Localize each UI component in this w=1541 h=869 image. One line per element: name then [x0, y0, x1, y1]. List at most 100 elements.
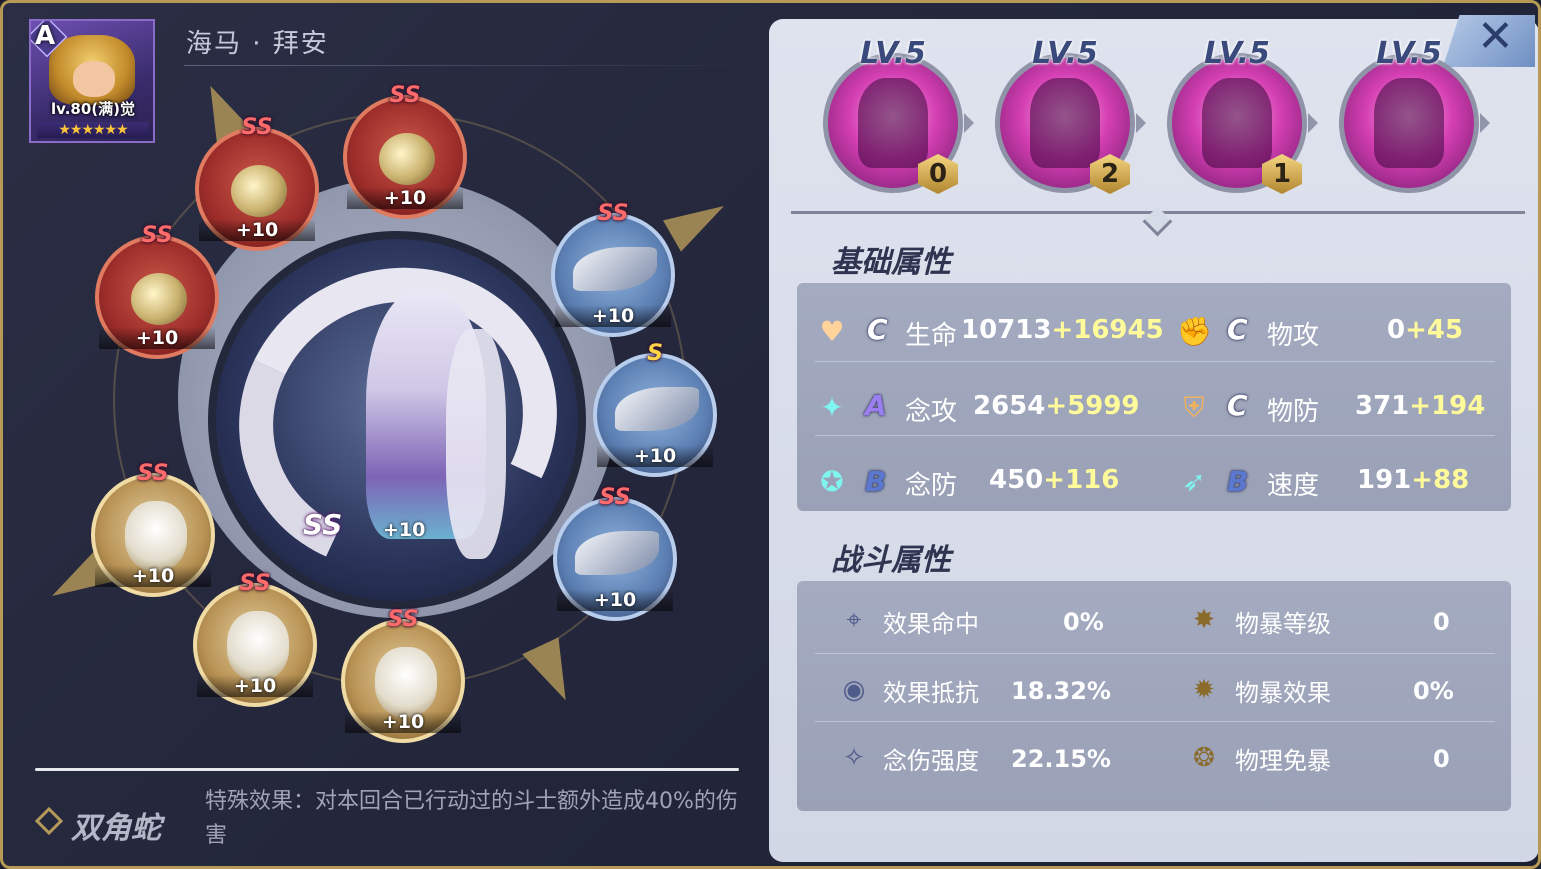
bird-icon	[615, 387, 699, 431]
skill-1[interactable]: LV.5 0	[823, 36, 974, 194]
center-rune-bonus: +10	[383, 519, 426, 541]
skill-level: LV.5	[1376, 36, 1442, 71]
stat-value: 450+116	[989, 465, 1119, 495]
divider	[815, 361, 1495, 362]
stat-label: 念防	[905, 471, 958, 501]
rune-slot-5[interactable]: S +10	[593, 341, 717, 477]
skill-3[interactable]: LV.5 1	[1167, 36, 1318, 194]
stat-value: 2654+5999	[973, 391, 1140, 421]
stat-value: 0	[1433, 608, 1450, 636]
hero-level: lv.80(满)觉	[51, 100, 135, 118]
stat-base: 450	[989, 465, 1044, 495]
stat-grade: B	[1227, 465, 1249, 498]
stat-grade: C	[867, 313, 888, 346]
crit-shield-icon: ❂	[1193, 743, 1215, 773]
stat-bonus: +45	[1405, 315, 1464, 345]
sparkle-icon: ✦	[820, 391, 844, 424]
rune-bonus: +10	[99, 327, 215, 349]
stat-bonus: +16945	[1051, 315, 1164, 345]
rune-slot-1[interactable]: SS +10	[95, 223, 219, 359]
basic-stats-title: 基础属性	[831, 245, 951, 280]
rune-grade: SS	[239, 571, 271, 596]
stat-grade: C	[1227, 313, 1248, 346]
rune-slot-6[interactable]: SS +10	[553, 485, 677, 621]
stat-value: 191+88	[1357, 465, 1469, 495]
stat-base: 0	[1387, 315, 1406, 345]
stat-label: 效果抵抗	[883, 679, 979, 707]
owl-icon	[375, 647, 437, 717]
arrow-icon	[1308, 113, 1318, 133]
rune-slot-2[interactable]: SS +10	[195, 115, 319, 251]
stat-value: 0%	[1413, 677, 1454, 705]
stat-grade: C	[1227, 389, 1248, 422]
close-icon[interactable]: ✕	[1477, 11, 1514, 62]
crest-icon: ✪	[820, 465, 844, 498]
stat-label: 念攻	[905, 397, 958, 427]
arrow-icon	[1480, 113, 1490, 133]
stat-label: 物理免暴	[1235, 747, 1331, 775]
skill-level: LV.5	[1204, 36, 1270, 71]
wing-icon: ➶	[1182, 465, 1206, 498]
rune-bonus: +10	[199, 219, 315, 241]
wind-symbol-icon	[231, 165, 287, 217]
bird-icon	[573, 247, 657, 291]
stat-bonus: +194	[1409, 391, 1486, 421]
wind-symbol-icon	[379, 133, 435, 185]
diamond-icon	[34, 806, 64, 836]
divider	[815, 435, 1495, 436]
rune-detail-screen: A lv.80(满)觉 ★★★★★★ 海马 · 拜安 SS +10 SS +10…	[0, 0, 1541, 869]
skill-level: LV.5	[1032, 36, 1098, 71]
divider	[815, 721, 1495, 722]
stat-grade: B	[865, 465, 887, 498]
skill-art	[1374, 78, 1444, 168]
rune-bonus: +10	[345, 711, 461, 733]
deco-arrow-right	[663, 190, 733, 252]
stat-bonus: +5999	[1045, 391, 1140, 421]
rune-slot-4[interactable]: SS +10	[551, 201, 675, 337]
skill-4[interactable]: LV.5	[1339, 36, 1490, 193]
divider	[184, 65, 764, 66]
skill-art	[1030, 78, 1100, 168]
center-rune-grade: SS	[303, 508, 343, 541]
stat-value: 22.15%	[1011, 745, 1111, 773]
set-effect-name: 双角蛇	[71, 811, 161, 846]
stat-label: 物防	[1267, 397, 1320, 427]
hero-name: 海马 · 拜安	[186, 29, 329, 59]
arrow-icon	[964, 113, 974, 133]
stat-base: 191	[1357, 465, 1412, 495]
rune-slot-8[interactable]: SS +10	[193, 571, 317, 707]
hero-grade: A	[35, 21, 56, 51]
skill-art	[858, 78, 928, 168]
rune-bonus: +10	[555, 305, 671, 327]
skill-art	[1202, 78, 1272, 168]
stat-value: 0+45	[1387, 315, 1463, 345]
fist-icon: ✊	[1177, 315, 1212, 348]
center-rune-art[interactable]	[208, 231, 586, 609]
hair-art	[446, 329, 506, 559]
stat-bonus: +88	[1411, 465, 1470, 495]
stat-value: 18.32%	[1011, 677, 1111, 705]
rune-grade: SS	[387, 607, 419, 632]
rune-slot-3[interactable]: SS +10	[343, 83, 467, 219]
rune-grade: SS	[137, 461, 169, 486]
stat-value: 371+194	[1355, 391, 1485, 421]
rune-slot-9[interactable]: SS +10	[341, 607, 465, 743]
rune-grade: SS	[141, 223, 173, 248]
stat-base: 371	[1355, 391, 1410, 421]
stat-label: 效果命中	[883, 610, 979, 638]
shield-icon: ⛨	[1183, 391, 1205, 424]
rune-grade: S	[647, 341, 663, 366]
stat-value: 0	[1433, 745, 1450, 773]
spiky-burst-icon: ✹	[1193, 675, 1215, 705]
stat-grade: A	[865, 389, 887, 422]
arrow-icon	[1136, 113, 1146, 133]
rune-grade: SS	[241, 115, 273, 140]
skill-level: LV.5	[860, 36, 926, 71]
stat-value: 10713+16945	[961, 315, 1164, 345]
hero-stars: ★★★★★★	[37, 122, 149, 138]
crosshair-icon: ⌖	[846, 605, 862, 635]
set-effect-description: 特殊效果：对本回合已行动过的斗士额外造成40%的伤害	[205, 789, 738, 848]
skill-2[interactable]: LV.5 2	[995, 36, 1146, 194]
stat-label: 念伤强度	[883, 747, 979, 775]
hero-portrait[interactable]: A lv.80(满)觉 ★★★★★★	[29, 19, 155, 143]
